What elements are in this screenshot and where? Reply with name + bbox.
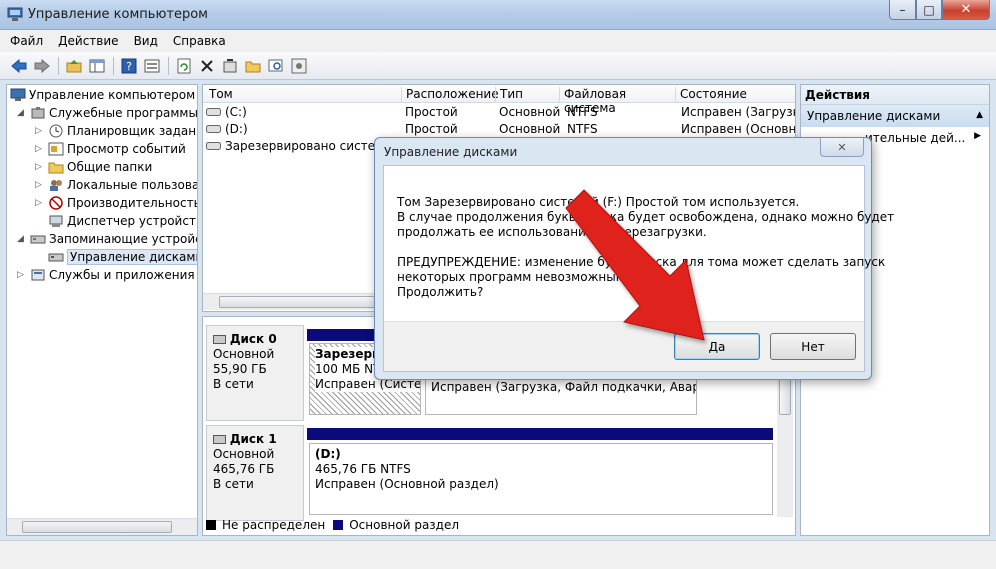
dialog-question: Продолжить? xyxy=(397,285,484,299)
legend-primary: Основной раздел xyxy=(349,518,460,532)
help-icon[interactable]: ? xyxy=(118,55,140,77)
tree-item-local-users[interactable]: ▷ Локальные пользовате xyxy=(35,176,197,194)
legend-swatch-primary xyxy=(333,520,344,530)
tools-icon xyxy=(31,107,45,119)
actions-section-disk-management[interactable]: Управление дисками ▲ xyxy=(801,105,989,127)
event-viewer-icon xyxy=(48,142,64,156)
volume-list-header: Том Расположение Тип Файловая система Со… xyxy=(203,85,795,115)
computer-management-icon xyxy=(10,88,26,101)
partition-legend: Не распределен Основной раздел xyxy=(206,518,459,532)
menu-view[interactable]: Вид xyxy=(134,34,158,48)
drive-icon xyxy=(206,108,221,116)
column-status[interactable]: Состояние xyxy=(675,87,795,103)
open-folder-icon[interactable] xyxy=(242,55,264,77)
drive-icon xyxy=(206,125,221,133)
clock-icon xyxy=(49,124,63,138)
expander-icon[interactable]: ▷ xyxy=(35,162,45,172)
tree-horizontal-scrollbar[interactable] xyxy=(7,518,197,535)
dialog-message-line: Том Зарезервировано системой (F:) Просто… xyxy=(397,195,800,209)
show-hide-tree-icon[interactable] xyxy=(86,55,108,77)
maximize-button[interactable]: □ xyxy=(916,0,942,20)
performance-icon xyxy=(49,196,63,210)
yes-button[interactable]: Да xyxy=(674,333,760,360)
users-icon xyxy=(50,180,62,191)
dialog-close-button[interactable]: ✕ xyxy=(820,138,864,157)
settings-icon[interactable] xyxy=(288,55,310,77)
tree-item-system-tools[interactable]: ◢ Служебные программы xyxy=(17,104,197,122)
minimize-button[interactable]: – xyxy=(889,0,916,20)
dialog-body: Том Зарезервировано системой (F:) Просто… xyxy=(383,165,894,372)
menu-help[interactable]: Справка xyxy=(173,34,226,48)
dialog-warning-line: некоторых программ невозможным. xyxy=(397,270,629,284)
expander-icon[interactable]: ◢ xyxy=(17,234,27,244)
disk-icon xyxy=(213,435,226,444)
actions-header: Действия xyxy=(801,85,989,105)
column-volume[interactable]: Том xyxy=(205,87,401,103)
shared-folder-icon xyxy=(48,162,64,174)
svg-text:?: ? xyxy=(126,60,132,73)
tree-item-storage[interactable]: ◢ Запоминающие устройст xyxy=(17,230,197,248)
menu-file[interactable]: Файл xyxy=(10,34,43,48)
dialog-warning-line: ПРЕДУПРЕЖДЕНИЕ: изменение буквы диска дл… xyxy=(397,255,886,269)
close-button[interactable]: ✕ xyxy=(942,0,990,20)
device-manager-icon xyxy=(49,215,63,227)
status-bar xyxy=(0,540,996,569)
back-icon[interactable] xyxy=(8,55,30,77)
wizard-icon[interactable] xyxy=(219,55,241,77)
dialog-message-line: В случае продолжения буква диска будет о… xyxy=(397,210,895,224)
tree-item-computer-management[interactable]: Управление компьютером (л xyxy=(10,86,197,104)
tree-item-event-viewer[interactable]: ▷ Просмотр событий xyxy=(35,140,186,158)
tree-item-task-scheduler[interactable]: ▷ Планировщик заданий xyxy=(35,122,197,140)
toolbar: ? xyxy=(0,52,996,80)
tree-item-device-manager[interactable]: Диспетчер устройств xyxy=(35,212,197,230)
tree-item-disk-management[interactable]: Управление дисками xyxy=(35,248,197,266)
tree-item-services-apps[interactable]: ▷ Службы и приложения xyxy=(17,266,195,284)
column-layout[interactable]: Расположение xyxy=(401,87,499,103)
menu-bar: Файл Действие Вид Справка xyxy=(0,30,996,52)
delete-icon[interactable] xyxy=(196,55,218,77)
column-type[interactable]: Тип xyxy=(495,87,559,103)
navigation-tree: Управление компьютером (л ◢ Служебные пр… xyxy=(6,84,198,536)
properties-icon[interactable] xyxy=(141,55,163,77)
dialog-footer: Да Нет xyxy=(384,321,864,371)
expander-icon[interactable]: ▷ xyxy=(35,126,45,136)
disk-1-partition-bar xyxy=(307,428,773,440)
disk-1-label[interactable]: Диск 1 Основной 465,76 ГБ В сети xyxy=(206,425,304,521)
legend-swatch-unallocated xyxy=(206,520,216,530)
disk-1-partition-d[interactable]: (D:) 465,76 ГБ NTFS Исправен (Основной р… xyxy=(309,443,773,515)
legend-unallocated: Не распределен xyxy=(222,518,326,532)
refresh-icon[interactable] xyxy=(173,55,195,77)
computer-management-icon xyxy=(7,7,23,21)
expander-icon[interactable]: ▷ xyxy=(35,144,45,154)
search-icon[interactable] xyxy=(265,55,287,77)
drive-icon xyxy=(206,142,221,150)
tree-item-shared-folders[interactable]: ▷ Общие папки xyxy=(35,158,152,176)
disk-0-label[interactable]: Диск 0 Основной 55,90 ГБ В сети xyxy=(206,325,304,421)
storage-icon xyxy=(30,235,46,244)
forward-icon[interactable] xyxy=(31,55,53,77)
collapse-up-icon[interactable]: ▲ xyxy=(976,110,983,120)
expander-icon[interactable]: ▷ xyxy=(35,180,45,190)
expander-icon[interactable]: ▷ xyxy=(17,270,27,280)
table-row[interactable]: (C:) Простой Основной NTFS Исправен (Заг… xyxy=(203,104,795,121)
submenu-arrow-icon: ▶ xyxy=(974,131,981,141)
tree-item-performance[interactable]: ▷ Производительность xyxy=(35,194,197,212)
disk-icon xyxy=(213,335,226,344)
up-folder-icon[interactable] xyxy=(63,55,85,77)
dialog-title: Управление дисками xyxy=(384,145,518,159)
table-row[interactable]: (D:) Простой Основной NTFS Исправен (Осн… xyxy=(203,121,795,138)
expander-icon[interactable]: ◢ xyxy=(17,108,27,118)
confirm-dialog: Управление дисками ✕ Том Зарезервировано… xyxy=(374,137,894,380)
title-bar: Управление компьютером – □ ✕ xyxy=(0,0,996,30)
dialog-message-line: продолжать ее использование до перезагру… xyxy=(397,225,707,239)
no-button[interactable]: Нет xyxy=(770,333,856,360)
window-title: Управление компьютером xyxy=(28,7,208,22)
menu-action[interactable]: Действие xyxy=(58,34,118,48)
disk-management-icon xyxy=(48,253,64,262)
column-filesystem[interactable]: Файловая система xyxy=(559,87,675,115)
expander-icon[interactable]: ▷ xyxy=(35,198,45,208)
services-icon xyxy=(31,269,45,281)
